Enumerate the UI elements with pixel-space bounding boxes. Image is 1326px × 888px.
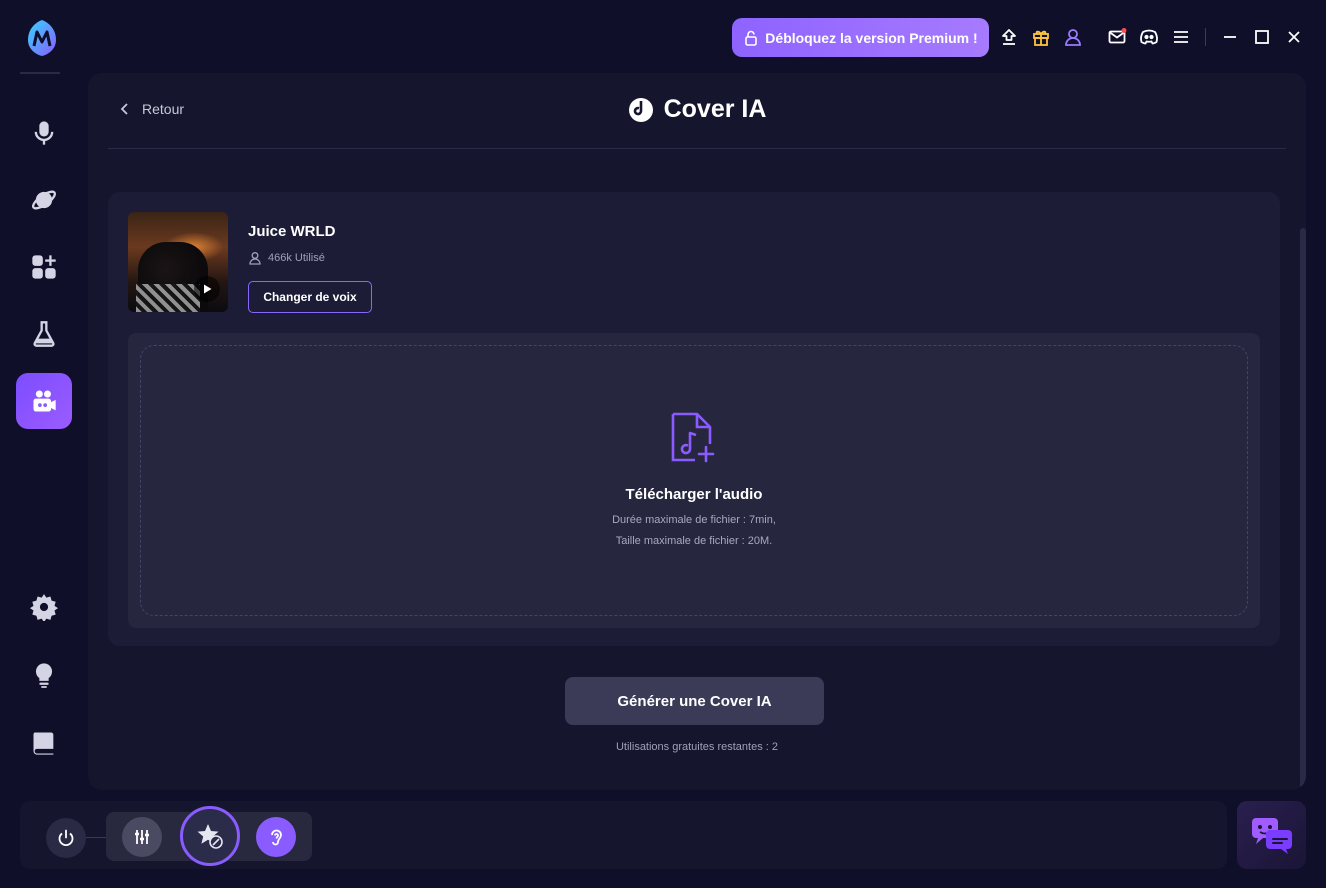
maximize-button[interactable] [1251,26,1273,48]
upload-dropzone[interactable]: Télécharger l'audio Durée maximale de fi… [128,333,1260,628]
minimize-button[interactable] [1219,26,1241,48]
voice-name: Juice WRLD [248,223,336,240]
apps-plus-icon [32,255,56,279]
equalizer-button[interactable] [122,817,162,857]
cover-card: Juice WRLD 466k Utilisé Changer de voix … [108,192,1280,646]
discord-icon [1140,29,1158,45]
microphone-icon [34,121,54,145]
voice-thumbnail[interactable] [128,212,228,312]
menu-button[interactable] [1170,26,1192,48]
book-icon [33,732,54,755]
premium-label: Débloquez la version Premium ! [765,29,978,46]
flask-icon [33,321,55,347]
maximize-icon [1255,30,1269,44]
minimize-icon [1224,36,1236,38]
upload-button[interactable] [998,26,1020,48]
main-panel: Retour Cover IA Juice WRLD 466k Utilisé … [88,73,1306,790]
power-toggle-button[interactable] [46,818,86,858]
sidebar-item-tips[interactable] [16,647,72,703]
sidebar-item-voice-changer[interactable] [16,105,72,161]
cover-disc-icon [628,97,653,122]
sidebar-item-cover-ia[interactable] [16,373,72,429]
gift-icon [1033,30,1049,46]
chat-bot-icon [1251,818,1292,854]
sidebar-item-apps[interactable] [16,239,72,295]
ear-icon [271,829,282,846]
video-people-icon [33,390,56,412]
generate-cover-button[interactable]: Générer une Cover IA [565,677,824,725]
upload-size-note: Taille maximale de fichier : 20M. [615,535,773,547]
account-button[interactable] [1062,26,1084,48]
sidebar-item-guide[interactable] [16,715,72,771]
play-icon [204,284,212,294]
voice-effects-button[interactable] [180,806,240,866]
unlock-icon [745,30,758,46]
mail-button[interactable] [1106,26,1128,48]
voice-usage: 466k Utilisé [248,251,325,265]
close-button[interactable] [1283,26,1305,48]
app-logo [24,18,60,58]
hear-myself-button[interactable] [256,817,296,857]
power-connector [86,837,106,838]
dropzone-border [140,345,1248,616]
lightbulb-icon [35,663,53,688]
hamburger-menu-icon [1174,31,1188,43]
planet-icon [31,190,57,210]
user-outline-icon [249,252,261,265]
audio-controls-group [106,806,312,866]
sidebar-item-explore[interactable] [16,172,72,228]
close-icon [1288,31,1300,43]
window-controls-divider [1205,28,1206,46]
star-off-icon [197,824,223,849]
mail-icon [1108,28,1127,44]
discord-button[interactable] [1138,26,1160,48]
upload-title: Télécharger l'audio [625,486,763,503]
logo-divider [20,72,60,74]
title-divider [108,148,1286,149]
chat-support-button[interactable] [1237,801,1306,869]
page-title-text: Cover IA [663,95,767,123]
play-preview-button[interactable] [194,276,220,302]
upload-icon [1002,29,1016,45]
change-voice-button[interactable]: Changer de voix [248,281,372,313]
sidebar-item-settings[interactable] [16,579,72,635]
sliders-icon [135,830,149,844]
power-icon [58,829,74,847]
scrollbar[interactable] [1300,228,1306,788]
add-audio-file-icon [671,412,715,463]
gear-icon [30,594,58,621]
premium-unlock-button[interactable]: Débloquez la version Premium ! [732,18,989,57]
user-icon [1065,29,1081,46]
page-title: Cover IA [88,95,1306,124]
bottom-control-bar [20,801,1227,869]
gift-button[interactable] [1030,26,1052,48]
upload-duration-note: Durée maximale de fichier : 7min, [612,514,776,526]
voice-usage-text: 466k Utilisé [268,252,325,264]
sidebar-item-lab[interactable] [16,306,72,362]
free-uses-remaining: Utilisations gratuites restantes : 2 [615,741,779,753]
